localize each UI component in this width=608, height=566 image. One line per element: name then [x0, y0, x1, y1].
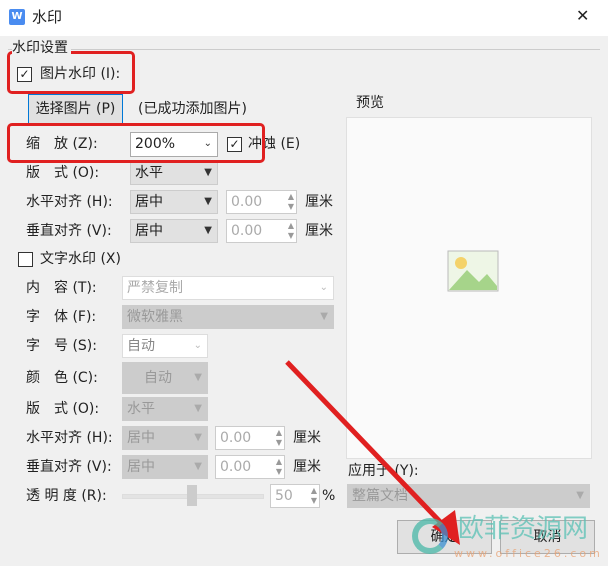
logo-url: www.office26.com — [454, 547, 603, 560]
logo-mark-icon — [412, 518, 448, 554]
group-title: 水印设置 — [12, 41, 71, 55]
annotation-arrow-icon — [285, 360, 460, 545]
site-watermark-logo: 欧菲资源网 www.office26.com — [410, 512, 608, 566]
logo-text: 欧菲资源网 — [458, 514, 589, 544]
